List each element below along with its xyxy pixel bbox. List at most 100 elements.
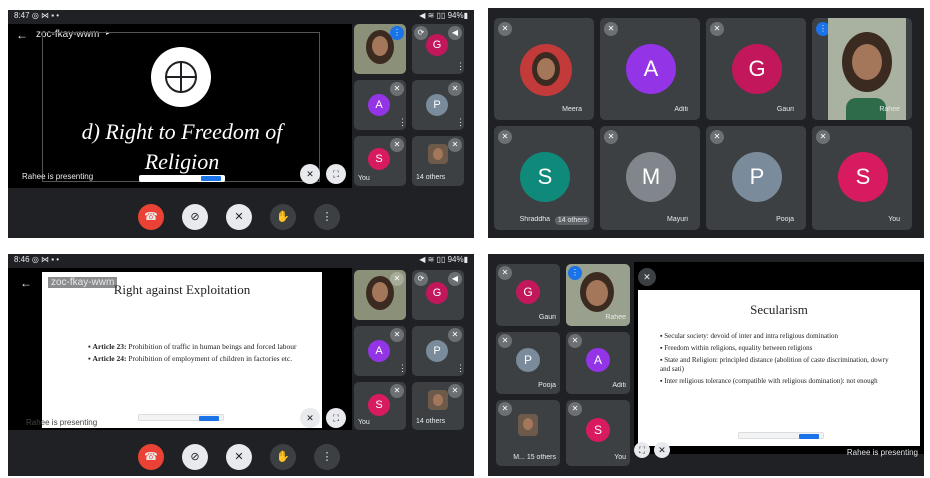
avatar: S: [838, 152, 888, 202]
participant-tile[interactable]: P ✕ Pooja: [706, 126, 806, 230]
participant-tile[interactable]: G ⟳ ◀: [412, 270, 464, 320]
participant-tile[interactable]: S ✕ Shraddha 14 others: [494, 126, 594, 230]
expand-icon[interactable]: ⛶: [326, 164, 346, 184]
more-options-icon[interactable]: ⋮: [456, 364, 464, 373]
participant-tile[interactable]: G ✕ Gauri: [706, 18, 806, 120]
avatar: A: [368, 94, 390, 116]
participant-name: Gauri: [538, 314, 556, 321]
participant-tile[interactable]: S ✕ You: [354, 136, 406, 186]
participant-tile[interactable]: ⋮: [354, 24, 406, 74]
participant-tile[interactable]: ✕ Meera: [494, 18, 594, 120]
list-item: ▪ State and Religion: principled distanc…: [660, 356, 889, 373]
camera-off-button[interactable]: ⊘: [182, 204, 208, 230]
status-time: 8:46: [14, 255, 30, 264]
document-list: ▪ Article 23: Prohibition of traffic in …: [88, 342, 298, 364]
stop-presenting-bar[interactable]: [139, 175, 225, 182]
mic-off-icon: ✕: [568, 334, 582, 348]
others-tile[interactable]: ✕ 14 others: [412, 136, 464, 186]
list-item: ▪ Inter religious tolerance (compatible …: [660, 377, 878, 385]
mic-off-button[interactable]: ✕: [226, 444, 252, 470]
presentation-area[interactable]: Secularism ▪ Secular society: devoid of …: [634, 262, 924, 458]
expand-icon[interactable]: ⛶: [326, 408, 346, 428]
more-options-icon[interactable]: ⋮: [398, 118, 406, 127]
participant-tile[interactable]: P ✕ Pooja: [496, 332, 560, 394]
more-options-icon[interactable]: ⋮: [398, 364, 406, 373]
others-tile[interactable]: ✕ M... 15 others: [496, 400, 560, 466]
participant-tile[interactable]: A ✕ Aditi: [600, 18, 700, 120]
participant-tile[interactable]: G ✕ Gauri: [496, 264, 560, 326]
participant-tile[interactable]: S ✕ You: [812, 126, 912, 230]
mic-off-icon: ✕: [498, 266, 512, 280]
mic-off-icon: ✕: [604, 22, 618, 36]
others-count: 14 others: [416, 418, 446, 425]
participant-tile[interactable]: S ✕ You: [566, 400, 630, 466]
mic-off-button[interactable]: ✕: [226, 204, 252, 230]
mic-off-icon[interactable]: ✕: [654, 442, 670, 458]
presentation-area[interactable]: ← zoc-fkay-wwm ▸ d) Right to Freedom of …: [8, 24, 352, 188]
participant-tile[interactable]: ⋮ Rahee: [812, 18, 912, 120]
more-options-button[interactable]: ⋮: [314, 444, 340, 470]
back-arrow-icon[interactable]: ←: [20, 276, 32, 290]
meeting-code: zoc-fkay-wwm: [48, 277, 118, 288]
presenting-label: Rahee is presenting: [22, 172, 94, 181]
participant-tile[interactable]: G ⟳ ◀ ⋮: [412, 24, 464, 74]
meet-screen-grid-view: ⋮ Rahee G ✕ Gauri A ✕ Aditi ✕ Meera S ✕ …: [488, 8, 924, 238]
end-call-button[interactable]: ☎: [138, 444, 164, 470]
camera-switch-icon[interactable]: ⟳: [414, 26, 428, 40]
more-options-icon[interactable]: ⋮: [456, 62, 464, 71]
participant-name: You: [614, 454, 626, 461]
document-list: ▪ Secular society: devoid of inter and i…: [660, 332, 896, 386]
participant-tile[interactable]: ⋮ Rahee: [566, 264, 630, 326]
mic-off-icon: ✕: [710, 22, 724, 36]
avatar: G: [732, 44, 782, 94]
hand-raise-button[interactable]: ✋: [270, 204, 296, 230]
avatar: S: [368, 148, 390, 170]
stop-presenting-bar[interactable]: [738, 432, 824, 439]
hand-raise-button[interactable]: ✋: [270, 444, 296, 470]
participant-thumbnail: [428, 144, 448, 164]
status-icons: ◎ ⋈ ▪ •: [31, 255, 60, 264]
mic-off-icon[interactable]: ✕: [300, 164, 320, 184]
mic-off-icon: ✕: [498, 22, 512, 36]
mic-off-icon: ✕: [448, 384, 462, 398]
mic-off-icon: ✕: [390, 138, 404, 152]
participant-tile[interactable]: A ✕ Aditi: [566, 332, 630, 394]
mic-off-icon: ✕: [448, 138, 462, 152]
globe-icon: [151, 47, 211, 107]
participant-tile[interactable]: M ✕ Mayuri: [600, 126, 700, 230]
camera-switch-icon[interactable]: ⟳: [414, 272, 428, 286]
participant-thumbnail: [428, 390, 448, 410]
participant-tile[interactable]: P ✕ ⋮: [412, 326, 464, 376]
more-options-icon[interactable]: ⋮: [456, 118, 464, 127]
shared-slide: d) Right to Freedom of Religion: [42, 32, 320, 182]
meet-screen-presenting-exploitation: 8:46 ◎ ⋈ ▪ • ◀ ≋ ▯▯ 94%▮ Right against E…: [8, 254, 474, 476]
status-battery: ◀ ≋ ▯▯ 94%▮: [419, 255, 468, 264]
participant-tile[interactable]: A ✕ ⋮: [354, 326, 406, 376]
speaking-indicator-icon: ⋮: [568, 266, 582, 280]
expand-icon[interactable]: ⛶: [634, 442, 650, 458]
shared-document: Secularism ▪ Secular society: devoid of …: [638, 290, 920, 446]
stop-presenting-bar[interactable]: [138, 414, 224, 421]
more-options-button[interactable]: ⋮: [314, 204, 340, 230]
avatar: P: [516, 348, 540, 372]
mic-off-icon[interactable]: ✕: [300, 408, 320, 428]
others-count[interactable]: 14 others: [554, 216, 590, 225]
participant-tile[interactable]: ✕: [354, 270, 406, 320]
participant-tile[interactable]: A ✕ ⋮: [354, 80, 406, 130]
end-call-button[interactable]: ☎: [138, 204, 164, 230]
participant-tile[interactable]: S ✕ You: [354, 382, 406, 430]
speaker-icon[interactable]: ◀: [448, 26, 462, 40]
camera-off-button[interactable]: ⊘: [182, 444, 208, 470]
presentation-area[interactable]: Right against Exploitation ▪ Article 23:…: [8, 268, 352, 430]
back-arrow-icon[interactable]: ←: [16, 28, 28, 42]
status-battery: ◀ ≋ ▯▯ 94%▮: [419, 11, 468, 20]
participant-name: Pooja: [538, 382, 556, 389]
avatar: A: [368, 340, 390, 362]
participant-name: Rahee: [879, 106, 900, 113]
speaking-indicator-icon: ⋮: [390, 26, 404, 40]
mic-off-icon: ✕: [390, 328, 404, 342]
participant-tile[interactable]: P ✕ ⋮: [412, 80, 464, 130]
speaker-icon[interactable]: ◀: [448, 272, 462, 286]
others-tile[interactable]: ✕ 14 others: [412, 382, 464, 430]
presenting-label: Rahee is presenting: [846, 448, 918, 457]
